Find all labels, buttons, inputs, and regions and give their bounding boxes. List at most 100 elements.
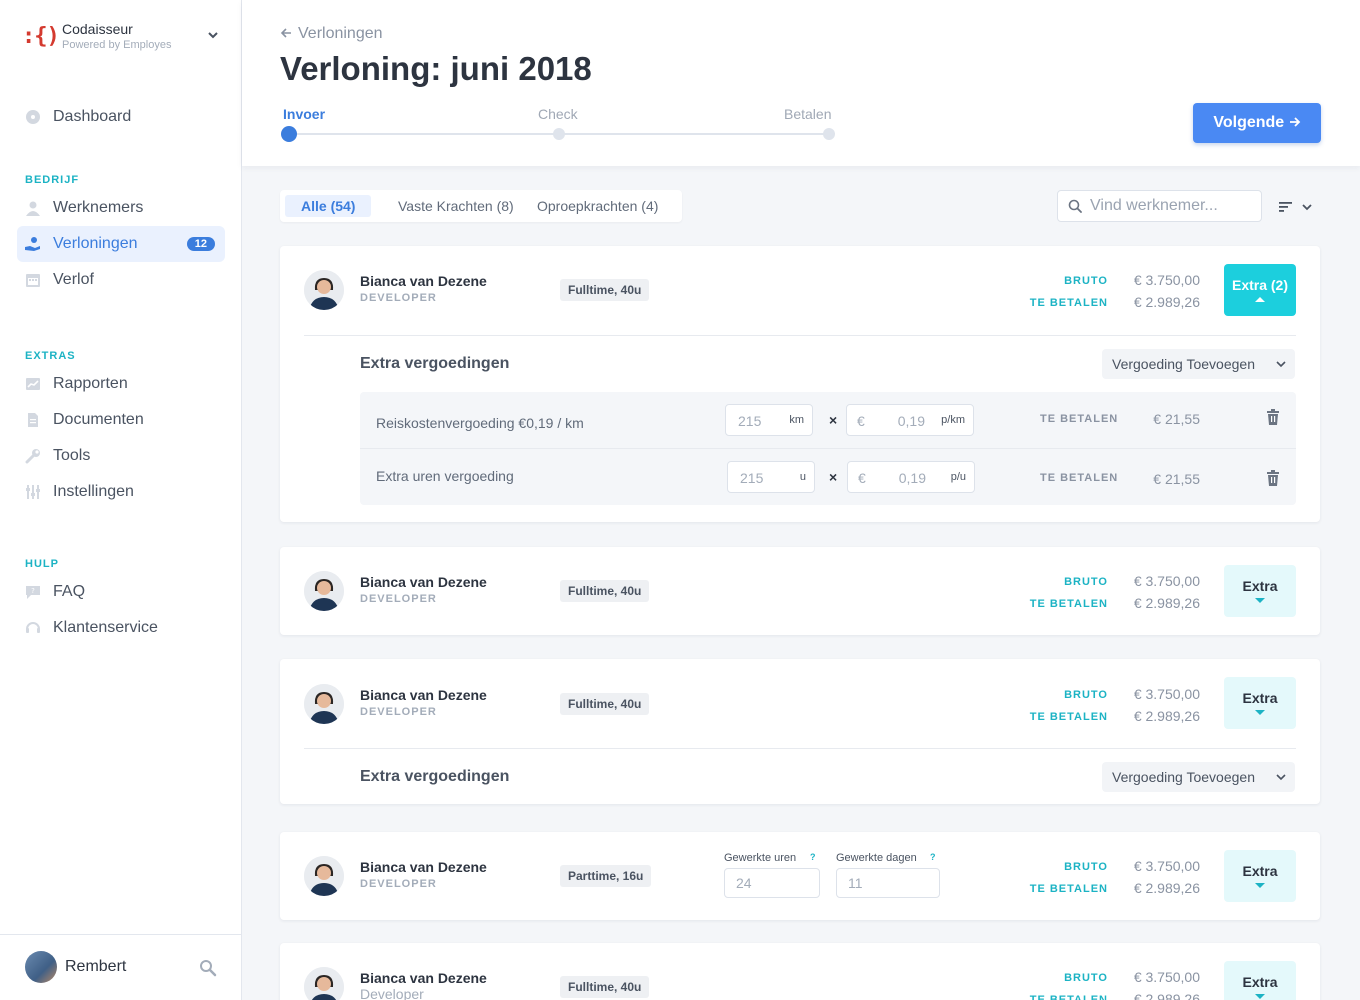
employee-name[interactable]: Bianca van Dezene (360, 970, 487, 986)
employee-name[interactable]: Bianca van Dezene (360, 574, 487, 590)
avatar (304, 967, 344, 1000)
filter-tabs: Alle (54) Vaste Krachten (8) Oproepkrach… (280, 190, 682, 222)
contract-badge: Fulltime, 40u (560, 976, 650, 998)
extra-label: Extra (1242, 578, 1278, 594)
caret-down-icon (1255, 994, 1265, 999)
bruto-label: BRUTO (1064, 275, 1108, 287)
contract-badge: Parttime, 16u (560, 865, 652, 887)
extra-toggle-button[interactable]: Extra (2) (1224, 264, 1296, 316)
worked-hours-input[interactable]: 24 (724, 868, 820, 898)
worked-days-input[interactable]: 11 (836, 868, 940, 898)
arrow-left-icon (280, 28, 291, 38)
person-photo-icon (304, 684, 344, 724)
trash-icon[interactable] (1266, 470, 1280, 486)
user-name: Rembert (65, 958, 127, 975)
chevron-down-icon (208, 32, 218, 39)
extra-toggle-button[interactable]: Extra (1224, 850, 1296, 902)
nav-item-verloningen[interactable]: Verloningen 12 (17, 226, 225, 262)
next-label: Volgende (1213, 114, 1285, 131)
nav-item-instellingen[interactable]: Instellingen (17, 474, 225, 510)
nav-item-klantenservice[interactable]: Klantenservice (17, 610, 225, 646)
person-photo-icon (304, 856, 344, 896)
employee-card: Bianca van Dezene Developer Fulltime, 40… (280, 943, 1320, 1000)
employee-name[interactable]: Bianca van Dezene (360, 859, 487, 875)
divider (304, 335, 1296, 336)
dashboard-icon (26, 110, 40, 124)
nav-item-tools[interactable]: Tools (17, 438, 225, 474)
te-betalen-value: € 2.989,26 (1133, 880, 1200, 896)
sliders-icon (26, 485, 40, 499)
nav-section-extras: EXTRAS (25, 350, 76, 362)
brand-logo: :{) (22, 24, 60, 49)
nav-item-verlof[interactable]: Verlof (17, 262, 225, 298)
step-invoer[interactable]: Invoer (283, 106, 325, 122)
svg-text:?: ? (31, 587, 35, 595)
help-icon[interactable]: ? (810, 852, 816, 862)
extra-toggle-button[interactable]: Extra (1224, 565, 1296, 617)
caret-up-icon (1255, 297, 1265, 302)
step-betalen[interactable]: Betalen (784, 106, 831, 122)
bruto-label: BRUTO (1064, 689, 1108, 701)
bruto-value: € 3.750,00 (1133, 686, 1200, 702)
add-allowance-label: Vergoeding Toevoegen (1112, 356, 1255, 372)
caret-down-icon (1255, 598, 1265, 603)
step-check[interactable]: Check (538, 106, 578, 122)
progress-stepper: Invoer Check Betalen (280, 106, 840, 146)
nav-item-werknemers[interactable]: Werknemers (17, 190, 225, 226)
step-dot (823, 128, 835, 140)
te-betalen-label: TE BETALEN (1029, 711, 1108, 723)
nav-label: Werknemers (53, 199, 144, 216)
company-switcher[interactable]: :{) Codaisseur Powered by Employes (22, 20, 222, 56)
nav-section-bedrijf: BEDRIJF (25, 174, 80, 186)
rate-input[interactable]: €0,19 p/km (846, 404, 974, 436)
currency-sign: € (858, 470, 866, 486)
rate-input[interactable]: €0,19 p/u (847, 461, 975, 493)
avatar[interactable] (25, 951, 57, 983)
quantity-unit: u (799, 471, 806, 483)
bruto-value: € 3.750,00 (1133, 573, 1200, 589)
nav-item-faq[interactable]: ? FAQ (17, 574, 225, 610)
nav-label: Dashboard (53, 108, 132, 125)
chevron-down-icon (1276, 361, 1286, 368)
tab-oproepkrachten[interactable]: Oproepkrachten (4) (521, 195, 674, 217)
add-allowance-select[interactable]: Vergoeding Toevoegen (1102, 762, 1295, 792)
tab-alle[interactable]: Alle (54) (285, 195, 372, 217)
employee-name[interactable]: Bianca van Dezene (360, 687, 487, 703)
nav-item-rapporten[interactable]: Rapporten (17, 366, 225, 402)
caret-down-icon (1255, 710, 1265, 715)
person-photo-icon (304, 270, 344, 310)
rate-unit: p/u (950, 471, 966, 483)
allowance-list: Reiskostenvergoeding €0,19 / km 215 km × … (360, 392, 1296, 505)
extra-toggle-button[interactable]: Extra (1224, 677, 1296, 729)
calendar-icon (26, 274, 40, 287)
tab-vaste-krachten[interactable]: Vaste Krachten (8) (382, 195, 530, 217)
employee-role: DEVELOPER (360, 706, 437, 718)
extra-allowances-title: Extra vergoedingen (360, 355, 510, 372)
search-icon[interactable] (199, 959, 217, 977)
add-allowance-label: Vergoeding Toevoegen (1112, 769, 1255, 785)
avatar (304, 856, 344, 896)
nav-item-documenten[interactable]: Documenten (17, 402, 225, 438)
te-betalen-label: TE BETALEN (1040, 472, 1119, 484)
sort-button[interactable] (1278, 197, 1318, 217)
quantity-input[interactable]: 215 u (727, 461, 815, 493)
search-input[interactable] (1090, 197, 1255, 215)
contract-badge: Fulltime, 40u (560, 693, 650, 715)
extra-toggle-button[interactable]: Extra (1224, 961, 1296, 1000)
page-title: Verloning: juni 2018 (280, 50, 592, 88)
employee-name[interactable]: Bianca van Dezene (360, 273, 487, 289)
back-link[interactable]: Verloningen (280, 25, 383, 43)
user-footer: Rembert (0, 934, 241, 1000)
help-icon[interactable]: ? (930, 852, 936, 862)
trash-icon[interactable] (1266, 409, 1280, 425)
quantity-input[interactable]: 215 km (725, 404, 813, 436)
next-button[interactable]: Volgende (1193, 103, 1321, 143)
divider (304, 748, 1296, 749)
help-chat-icon: ? (26, 586, 40, 599)
nav-item-dashboard[interactable]: Dashboard (17, 99, 225, 135)
bruto-label: BRUTO (1064, 576, 1108, 588)
add-allowance-select[interactable]: Vergoeding Toevoegen (1102, 349, 1295, 379)
allowance-row: Reiskostenvergoeding €0,19 / km 215 km × … (360, 392, 1296, 448)
te-betalen-value: € 2.989,26 (1133, 294, 1200, 310)
employee-role: DEVELOPER (360, 878, 437, 890)
